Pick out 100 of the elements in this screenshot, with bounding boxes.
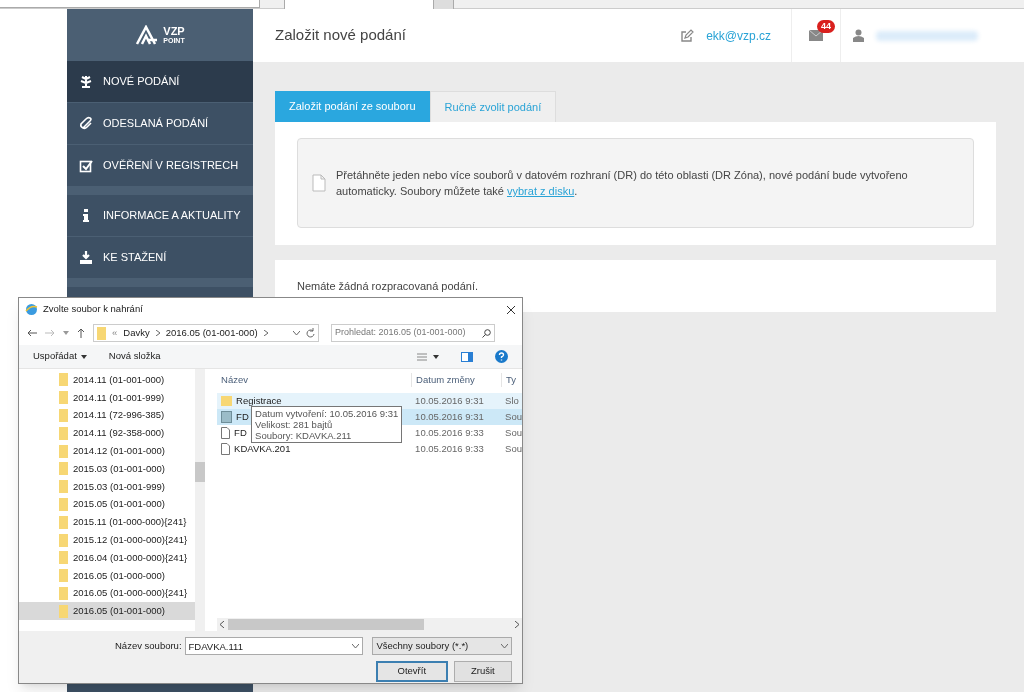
folder-icon [59, 497, 68, 511]
dialog-title: Zvolte soubor k nahrání [43, 302, 143, 317]
folder-icon [59, 444, 68, 458]
column-header[interactable]: Název [217, 372, 412, 388]
folder-icon [59, 533, 68, 547]
file-date: 10.05.2016 9:33 [414, 441, 485, 456]
scroll-left-icon[interactable] [220, 621, 225, 628]
folder-icon [59, 586, 68, 600]
logo-text: VZP [163, 26, 185, 37]
file-type: Slo [504, 393, 519, 408]
document-icon [312, 174, 326, 192]
drop-instructions: Přetáhněte jeden nebo více souborů v datovém rozhraní (DR) do této oblasti (DR Zóna), nové podání bude vytvořeno automaticky. Soubory můžete také vybrat z disku. [336, 168, 909, 199]
folder-tree-item[interactable]: 2016.05 (01-001-000) [19, 602, 196, 621]
tree-scrollbar[interactable] [195, 369, 206, 631]
view-options-icon[interactable] [417, 352, 439, 361]
folder-tree-item[interactable]: 2014.11 (01-001-999) [19, 388, 196, 407]
overflow-chevron[interactable]: « [112, 325, 118, 341]
folder-tree-item[interactable]: 2014.11 (01-001-000) [19, 371, 196, 389]
tooltip-line: Velikost: 281 bajtů [255, 419, 334, 430]
address-field[interactable]: « Davky 2016.05 (01-001-000) [93, 324, 319, 342]
folder-icon [59, 569, 68, 583]
folder-tree-item[interactable]: 2015.11 (01-000-000){241} [19, 513, 196, 532]
folder-icon [59, 426, 68, 440]
folder-icon [59, 551, 68, 565]
folder-tree-item[interactable]: 2016.04 (01-000-000){241} [19, 548, 196, 567]
folder-icon [59, 409, 68, 422]
cancel-button[interactable]: Zrušit [453, 661, 512, 682]
file-type-dropdown[interactable]: Všechny soubory (*.*) [372, 637, 512, 655]
scroll-right-icon[interactable] [515, 621, 519, 628]
logo-icon [135, 25, 160, 45]
chevron-icon[interactable] [263, 330, 268, 336]
file-icon [221, 411, 233, 423]
refresh-icon[interactable] [306, 328, 315, 338]
folder-tree-item[interactable]: 2015.03 (01-001-000) [19, 460, 196, 478]
folder-tree-item[interactable]: 2014.11 (72-996-385) [19, 406, 196, 425]
file-name-combobox[interactable]: FDAVKA.111 [184, 637, 364, 655]
file-type: Sou [504, 425, 522, 440]
folder-tree-item[interactable]: 2016.05 (01-000-000){241} [19, 584, 196, 603]
scrollbar-thumb[interactable] [228, 619, 425, 630]
caret-icon[interactable] [63, 331, 69, 335]
file-row-highlight[interactable]: Registrace 10.05.2016 9:31 Slo [217, 393, 522, 409]
dropdown-caret-icon[interactable] [352, 644, 360, 648]
scrollbar-thumb[interactable] [195, 462, 206, 482]
folder-icon [59, 373, 68, 387]
file-name: FD [236, 409, 249, 424]
file-name-label: Název souboru: [115, 638, 182, 653]
blank-file-icon [221, 443, 231, 455]
leaf-icon [79, 74, 93, 89]
column-header[interactable]: Datum změny [411, 372, 502, 388]
folder-tree-item[interactable]: 2014.12 (01-001-000) [19, 442, 196, 460]
folder-tree-item[interactable]: 2015.12 (01-000-000){241} [19, 531, 196, 549]
open-button[interactable]: Otevřít [376, 661, 448, 682]
folder-tree-item[interactable]: 2015.05 (01-001-000) [19, 495, 196, 514]
caret-icon [80, 354, 87, 359]
edit-icon[interactable] [680, 28, 695, 43]
blank-file-icon [221, 427, 231, 439]
close-icon[interactable] [506, 304, 516, 315]
folder-tree-item[interactable]: 2015.03 (01-001-999) [19, 477, 196, 496]
back-arrow-icon[interactable] [27, 329, 37, 337]
file-name-field[interactable]: FDAVKA.111 [185, 638, 353, 654]
message-count-badge: 44 [817, 20, 835, 33]
folder-icon [59, 604, 68, 618]
file-date: 10.05.2016 9:33 [414, 425, 485, 440]
browser-globe-icon [25, 303, 38, 316]
folder-icon [59, 515, 68, 529]
dropdown-caret-icon[interactable] [293, 331, 300, 335]
checkbox-icon [79, 158, 93, 173]
paperclip-icon [79, 116, 93, 131]
mail-icon[interactable] [809, 30, 823, 41]
file-name: KDAVKA.201 [234, 441, 291, 456]
file-name: Registrace [236, 393, 282, 408]
organize-button[interactable]: Uspořádat [33, 349, 87, 364]
folder-tree-item[interactable]: 2016.05 (01-000-000) [19, 566, 196, 585]
preview-pane-icon[interactable] [461, 351, 473, 362]
file-type: Sou [504, 409, 522, 424]
breadcrumb[interactable]: Davky [123, 325, 150, 341]
column-header[interactable]: Ty [501, 372, 522, 388]
help-icon[interactable] [495, 350, 508, 363]
file-type: Sou [504, 441, 522, 456]
user-icon[interactable] [853, 29, 864, 42]
file-date: 10.05.2016 9:31 [414, 409, 485, 424]
search-icon [482, 328, 491, 338]
folder-icon [97, 326, 106, 340]
folder-icon [59, 391, 68, 405]
nav-item[interactable]: NOVÉ PODÁNÍ [67, 61, 253, 103]
up-arrow-icon[interactable] [77, 328, 85, 338]
chevron-icon[interactable] [155, 330, 160, 336]
drop-zone[interactable]: Přetáhněte jeden nebo více souborů v datovém rozhraní (DR) do této oblasti (DR Zóna), nové podání bude vytvořeno automaticky. Soubory můžete také vybrat z disku. [297, 138, 974, 228]
download-icon [79, 250, 93, 265]
search-field[interactable]: Prohledat: 2016.05 (01-001-000) [331, 324, 495, 342]
breadcrumb[interactable]: 2016.05 (01-001-000) [165, 325, 258, 341]
forward-arrow-icon[interactable] [45, 329, 55, 337]
file-date: 10.05.2016 9:31 [414, 393, 485, 408]
tooltip-line: Soubory: KDAVKA.211 [255, 430, 353, 441]
file-name: FD [234, 425, 247, 440]
page-title: Založit nové podání [275, 25, 406, 46]
folder-tree-item[interactable]: 2014.11 (92-358-000) [19, 424, 196, 443]
new-folder-button[interactable]: Nová složka [108, 349, 161, 364]
address-bar[interactable] [0, 0, 260, 8]
horizontal-scrollbar[interactable] [217, 618, 522, 631]
